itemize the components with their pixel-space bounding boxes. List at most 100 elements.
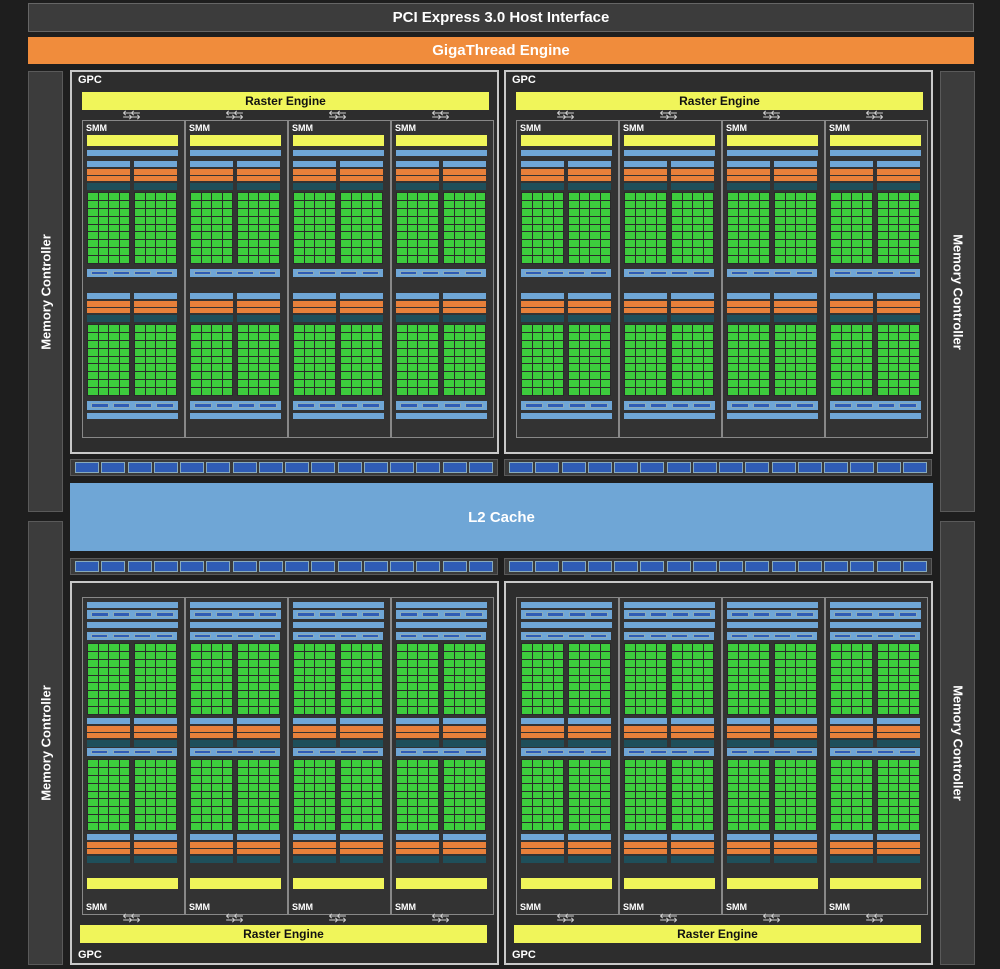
warp-scheduler: [190, 842, 233, 848]
cuda-core: [899, 232, 909, 240]
cuda-core: [362, 216, 372, 224]
crossbar-cell: [561, 462, 586, 473]
cuda-core: [201, 388, 211, 395]
cuda-core: [294, 807, 304, 815]
cuda-core: [759, 659, 769, 667]
cuda-core: [703, 332, 713, 340]
cuda-core: [841, 791, 851, 799]
cuda-core: [738, 332, 748, 340]
cuda-core: [145, 651, 155, 659]
cuda-core: [728, 760, 738, 767]
cuda-core: [646, 256, 656, 263]
crossbar-strip: [70, 459, 498, 476]
cuda-core: [248, 248, 258, 256]
cuda-core: [325, 667, 335, 675]
cuda-core: [728, 372, 738, 380]
dispatch-unit: [877, 733, 920, 738]
cuda-core: [465, 644, 475, 651]
cuda-core: [831, 364, 841, 372]
cuda-core: [191, 256, 201, 263]
instruction-buffer: [443, 718, 486, 724]
cuda-core: [569, 791, 579, 799]
cuda-core: [862, 372, 872, 380]
cuda-core: [646, 659, 656, 667]
cuda-core-grid: [877, 192, 920, 264]
cuda-core: [98, 364, 108, 372]
cuda-core: [625, 356, 635, 364]
cuda-core: [418, 760, 428, 767]
cuda-core: [372, 356, 382, 364]
cuda-core: [315, 667, 325, 675]
cuda-core: [625, 651, 635, 659]
warp-scheduler: [671, 842, 714, 848]
cuda-core: [362, 364, 372, 372]
cuda-core: [888, 683, 898, 691]
cuda-core: [201, 791, 211, 799]
cuda-core: [475, 683, 485, 691]
cuda-core: [862, 651, 872, 659]
cuda-core: [635, 256, 645, 263]
texture-unit-row: [293, 610, 384, 619]
cuda-core: [646, 799, 656, 807]
cuda-core: [259, 224, 269, 232]
cuda-core: [759, 325, 769, 332]
cuda-core: [351, 667, 361, 675]
crossbar-cell: [587, 462, 612, 473]
cuda-core: [341, 699, 351, 707]
cuda-core: [201, 775, 211, 783]
cuda-core: [600, 200, 610, 208]
cuda-core-grid: [443, 643, 486, 715]
cuda-core: [862, 791, 872, 799]
cuda-core: [672, 699, 682, 707]
cuda-core: [590, 760, 600, 767]
cuda-core: [899, 644, 909, 651]
warp-scheduler: [671, 169, 714, 175]
cuda-core: [852, 193, 862, 200]
cuda-core: [156, 240, 166, 248]
cuda-core: [646, 200, 656, 208]
cuda-core: [259, 208, 269, 216]
cuda-core: [397, 823, 407, 830]
cuda-core: [156, 388, 166, 395]
cuda-core: [841, 364, 851, 372]
cuda-core: [191, 760, 201, 767]
cuda-core: [682, 644, 692, 651]
cuda-core: [294, 208, 304, 216]
cuda-core: [862, 248, 872, 256]
cuda-core: [238, 767, 248, 775]
cuda-core: [759, 783, 769, 791]
cuda-core: [135, 699, 145, 707]
cuda-core: [397, 675, 407, 683]
cuda-core: [304, 699, 314, 707]
cuda-core: [98, 256, 108, 263]
cuda-core: [796, 388, 806, 395]
cuda-core: [325, 348, 335, 356]
cuda-core: [759, 815, 769, 823]
cuda-core: [635, 707, 645, 714]
cuda-core: [135, 791, 145, 799]
cuda-core: [831, 651, 841, 659]
smm-label: SMM: [86, 123, 107, 133]
cuda-core: [351, 232, 361, 240]
cuda-core: [590, 224, 600, 232]
cuda-core: [315, 799, 325, 807]
cuda-core: [543, 380, 553, 388]
cuda-core: [372, 783, 382, 791]
cuda-core: [145, 659, 155, 667]
cuda-core: [693, 325, 703, 332]
load-store-row: [727, 632, 817, 640]
cuda-core: [841, 659, 851, 667]
cuda-core: [831, 767, 841, 775]
cuda-core: [135, 208, 145, 216]
cuda-core: [465, 651, 475, 659]
smm-label: SMM: [623, 123, 644, 133]
cuda-core: [407, 815, 417, 823]
gpc-block: GPC Raster Engine SMM ⇆⇆ SMM ⇆⇆ SMM ⇆⇆ SMM ⇆⇆: [504, 70, 933, 454]
cuda-core: [909, 216, 919, 224]
cuda-core: [238, 325, 248, 332]
dispatch-unit: [87, 733, 130, 738]
cuda-core: [888, 823, 898, 830]
cuda-core: [294, 651, 304, 659]
cuda-core: [522, 232, 532, 240]
cuda-core: [238, 332, 248, 340]
